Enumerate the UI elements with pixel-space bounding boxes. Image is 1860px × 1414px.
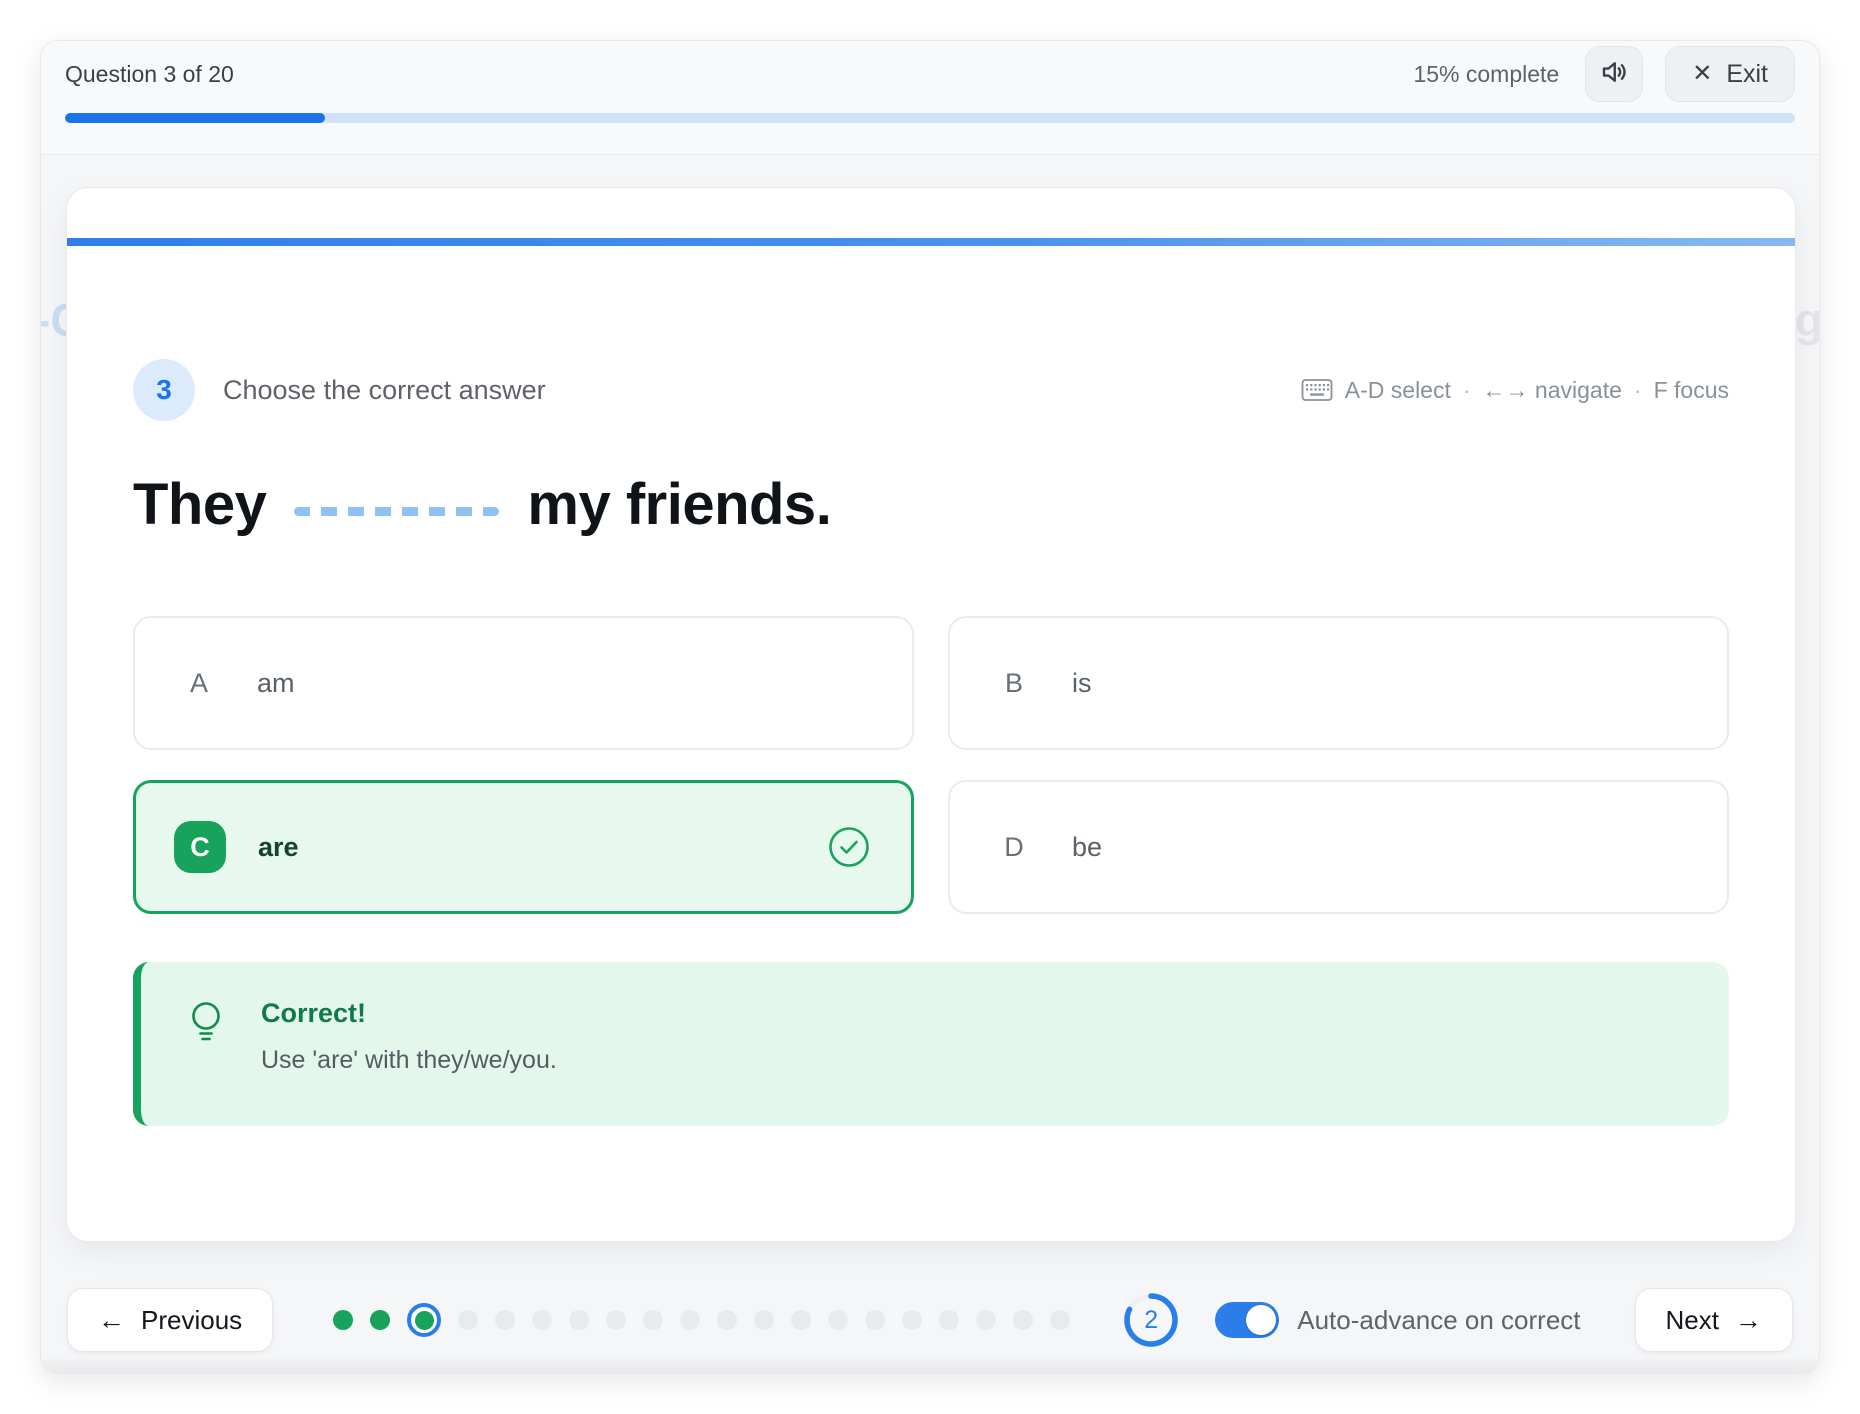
quiz-window: Question 3 of 20 15% complete ✕ Exit bbox=[40, 40, 1820, 1374]
option-b-text: is bbox=[1072, 668, 1092, 699]
sentence-after: my friends. bbox=[527, 472, 831, 537]
option-a[interactable]: A am bbox=[133, 616, 914, 750]
question-dot[interactable] bbox=[828, 1310, 848, 1330]
lightbulb-icon bbox=[187, 1000, 227, 1090]
previous-label: Previous bbox=[141, 1305, 242, 1336]
hint-select: A-D select bbox=[1345, 377, 1451, 404]
question-dot-current[interactable] bbox=[407, 1303, 441, 1337]
auto-advance-countdown: 2 bbox=[1123, 1292, 1179, 1348]
question-dot[interactable] bbox=[865, 1310, 885, 1330]
toggle-knob bbox=[1246, 1305, 1276, 1335]
option-d-letter: D bbox=[988, 821, 1040, 873]
next-button[interactable]: Next → bbox=[1635, 1288, 1793, 1352]
question-dot[interactable] bbox=[902, 1310, 922, 1330]
option-c-text: are bbox=[258, 832, 299, 863]
arrow-left-icon: ← bbox=[98, 1305, 125, 1336]
question-instruction: Choose the correct answer bbox=[223, 375, 546, 406]
question-card: 3 Choose the correct answer bbox=[66, 187, 1796, 1242]
sound-button[interactable] bbox=[1585, 46, 1643, 102]
question-dot[interactable] bbox=[754, 1310, 774, 1330]
bottom-bar: ← Previous 2 Auto-advance on correct Nex… bbox=[67, 1242, 1793, 1359]
question-dot[interactable] bbox=[791, 1310, 811, 1330]
exit-label: Exit bbox=[1726, 60, 1768, 89]
progress-percent-label: 15% complete bbox=[1413, 61, 1559, 88]
option-d-text: be bbox=[1072, 832, 1102, 863]
top-bar: Question 3 of 20 15% complete ✕ Exit bbox=[41, 41, 1819, 155]
question-dot[interactable] bbox=[569, 1310, 589, 1330]
hint-navigate: ←→ navigate bbox=[1483, 377, 1622, 404]
quiz-progress-bar bbox=[65, 113, 1795, 123]
option-d[interactable]: D be bbox=[948, 780, 1729, 914]
main-area: -C ng 3 Choose the correct answer bbox=[41, 155, 1819, 1242]
question-dot[interactable] bbox=[370, 1310, 390, 1330]
question-dot[interactable] bbox=[532, 1310, 552, 1330]
card-accent-bar bbox=[67, 238, 1795, 246]
question-dot[interactable] bbox=[1013, 1310, 1033, 1330]
speaker-icon bbox=[1599, 57, 1629, 92]
option-b-letter: B bbox=[988, 657, 1040, 709]
answer-blank bbox=[294, 507, 499, 516]
question-dot[interactable] bbox=[458, 1310, 478, 1330]
option-a-letter: A bbox=[173, 657, 225, 709]
question-dot[interactable] bbox=[717, 1310, 737, 1330]
auto-advance-label: Auto-advance on correct bbox=[1297, 1305, 1580, 1336]
question-dot[interactable] bbox=[976, 1310, 996, 1330]
sentence-before: They bbox=[133, 472, 266, 537]
option-c-selected-correct[interactable]: C are bbox=[133, 780, 914, 914]
window-bottom-edge bbox=[41, 1359, 1819, 1373]
question-sentence: They my friends. bbox=[133, 471, 1729, 538]
previous-button[interactable]: ← Previous bbox=[67, 1288, 273, 1352]
question-dots bbox=[333, 1303, 1070, 1337]
option-b[interactable]: B is bbox=[948, 616, 1729, 750]
answer-options: A am B is C are bbox=[133, 616, 1729, 914]
question-counter: Question 3 of 20 bbox=[65, 61, 234, 88]
question-dot[interactable] bbox=[333, 1310, 353, 1330]
question-dot[interactable] bbox=[1050, 1310, 1070, 1330]
feedback-title: Correct! bbox=[261, 998, 557, 1029]
keyboard-icon bbox=[1301, 378, 1333, 402]
close-icon: ✕ bbox=[1692, 62, 1712, 86]
question-dot[interactable] bbox=[643, 1310, 663, 1330]
progress-fill bbox=[65, 113, 325, 123]
auto-advance-toggle[interactable] bbox=[1215, 1302, 1279, 1338]
option-c-letter: C bbox=[174, 821, 226, 873]
check-circle-icon bbox=[827, 825, 871, 869]
question-dot[interactable] bbox=[680, 1310, 700, 1330]
option-a-text: am bbox=[257, 668, 295, 699]
keyboard-hints: A-D select · ←→ navigate · F focus bbox=[1301, 377, 1729, 404]
next-label: Next bbox=[1666, 1305, 1719, 1336]
question-dot[interactable] bbox=[606, 1310, 626, 1330]
feedback-banner: Correct! Use 'are' with they/we/you. bbox=[133, 962, 1729, 1126]
feedback-explanation: Use 'are' with they/we/you. bbox=[261, 1046, 557, 1075]
arrow-right-icon: → bbox=[1735, 1305, 1762, 1336]
question-dot[interactable] bbox=[495, 1310, 515, 1330]
hint-focus: F focus bbox=[1654, 377, 1729, 404]
exit-button[interactable]: ✕ Exit bbox=[1665, 46, 1795, 102]
question-number-badge: 3 bbox=[133, 359, 195, 421]
question-dot[interactable] bbox=[939, 1310, 959, 1330]
countdown-number: 2 bbox=[1123, 1292, 1179, 1348]
